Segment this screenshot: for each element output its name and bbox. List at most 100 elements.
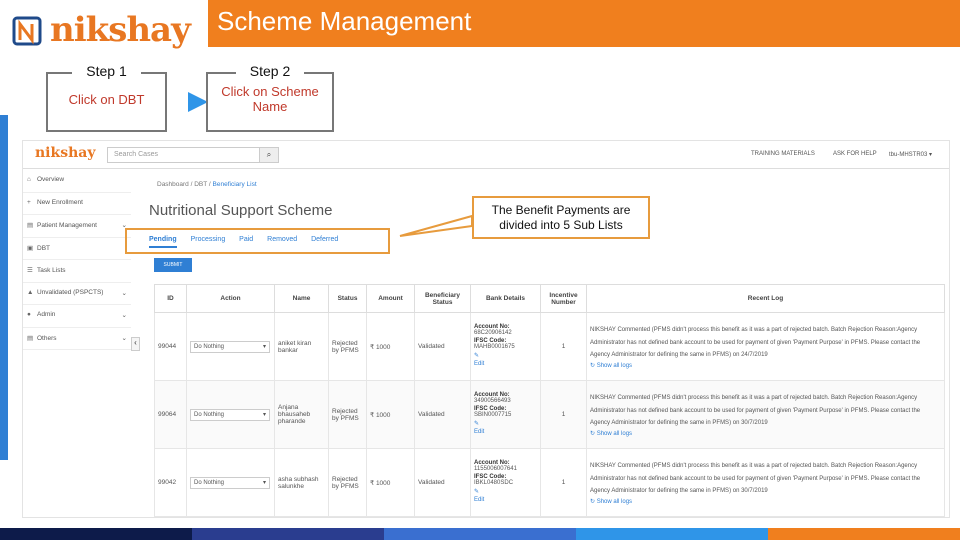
row-recent-log: NIKSHAY Commented (PFMS didn't process t…	[586, 312, 945, 381]
sidebar-item[interactable]: ▲ Unvalidated (PSPCTS) ⌄	[23, 283, 131, 305]
sidebar-item-label: Admin	[37, 311, 56, 318]
col-amount[interactable]: Amount	[366, 284, 415, 313]
edit-link[interactable]: ✎ Edit	[474, 352, 537, 367]
app-logo[interactable]: nikshay	[35, 145, 95, 161]
sidebar-item[interactable]: ● Admin ⌄	[23, 305, 131, 328]
row-name: aniket kiran bankar	[274, 312, 329, 381]
ask-for-help-link[interactable]: ASK FOR HELP	[833, 151, 877, 157]
sidebar-icon: ☰	[27, 267, 33, 274]
sidebar-icon: ▤	[27, 222, 34, 229]
edit-label: Edit	[474, 429, 485, 435]
edit-label: Edit	[474, 497, 485, 503]
account-number: 1155006007641	[474, 466, 517, 472]
col-bank-details[interactable]: Bank Details	[470, 284, 541, 313]
footer-strip	[0, 528, 960, 540]
footer-segment	[0, 528, 192, 540]
breadcrumb-home[interactable]: Dashboard	[157, 181, 189, 188]
nikshay-logo: nikshay	[12, 8, 191, 52]
step-arrow-icon	[188, 92, 208, 112]
action-select[interactable]: Do Nothing	[190, 476, 270, 489]
row-action-cell: Do Nothing	[186, 448, 275, 517]
col-incentive-number[interactable]: Incentive Number	[540, 284, 587, 313]
sidebar-item[interactable]: ⌂ Overview	[23, 170, 131, 193]
pencil-icon: ✎	[474, 353, 480, 359]
row-amount: ₹ 1000	[366, 448, 415, 517]
sidebar-item[interactable]: ▤ Patient Management ⌄	[23, 215, 131, 238]
sidebar-item[interactable]: ☰ Task Lists	[23, 260, 131, 283]
step-2-text: Click on Scheme Name	[221, 84, 319, 114]
edit-link[interactable]: ✎ Edit	[474, 488, 537, 503]
row-status: Rejected by PFMS	[328, 448, 367, 517]
sidebar-item[interactable]: ▣ DBT	[23, 238, 131, 260]
sidebar-item[interactable]: ▤ Others ⌄	[23, 328, 131, 350]
step-1-text: Click on DBT	[68, 92, 145, 107]
col-id[interactable]: ID	[154, 284, 187, 313]
user-menu[interactable]: tbu-MHSTR03 ▾	[889, 151, 932, 158]
training-materials-link[interactable]: TRAINING MATERIALS	[751, 151, 815, 157]
col-beneficiary-status[interactable]: Beneficiary Status	[414, 284, 471, 313]
pencil-icon: ✎	[474, 489, 480, 495]
sidebar-item[interactable]: + New Enrollment	[23, 193, 131, 215]
action-select[interactable]: Do Nothing	[190, 408, 270, 421]
show-all-logs-label: Show all logs	[596, 498, 633, 505]
history-icon: ↻	[590, 430, 597, 437]
row-beneficiary-status: Validated	[414, 448, 471, 517]
row-bank-details: Account No: 1155006007641 IFSC Code: IBKL04…	[470, 448, 541, 517]
chevron-down-icon: ⌄	[121, 289, 127, 297]
row-recent-log: NIKSHAY Commented (PFMS didn't process t…	[586, 380, 945, 449]
history-icon: ↻	[590, 362, 597, 369]
log-text: NIKSHAY Commented (PFMS didn't process t…	[590, 327, 921, 359]
col-recent-log[interactable]: Recent Log	[586, 284, 945, 313]
row-status: Rejected by PFMS	[328, 312, 367, 381]
pencil-icon: ✎	[474, 421, 480, 427]
sidebar-icon: ●	[27, 311, 31, 318]
show-all-logs-label: Show all logs	[596, 362, 633, 369]
show-all-logs-link[interactable]: ↻ Show all logs	[590, 430, 941, 437]
page-banner: Scheme Management	[208, 0, 960, 47]
breadcrumb-dbt[interactable]: DBT	[194, 181, 207, 188]
sidebar-item-label: Task Lists	[37, 267, 66, 274]
sidebar-item-label: Patient Management	[37, 222, 97, 229]
row-incentive-number: 1	[540, 448, 587, 517]
row-bank-details: Account No: 68C20906142 IFSC Code: MAHB0001…	[470, 312, 541, 381]
callout-box: The Benefit Payments are divided into 5 …	[472, 196, 650, 239]
sidebar-item-label: DBT	[37, 244, 50, 252]
footer-segment	[576, 528, 768, 540]
col-name[interactable]: Name	[274, 284, 329, 313]
history-icon: ↻	[590, 498, 597, 505]
logo-mark-icon	[12, 16, 42, 46]
sidebar-icon: +	[27, 198, 31, 206]
sidebar: ⌂ Overview + New Enrollment ▤ Patient Managem…	[23, 170, 131, 517]
top-navbar: nikshay Search Cases ⌕ TRAINING MATERIAL…	[23, 141, 949, 169]
banner-title: Scheme Management	[217, 6, 472, 36]
sidebar-icon: ▲	[27, 288, 34, 296]
breadcrumb: Dashboard / DBT / Beneficiary List	[157, 181, 257, 188]
row-incentive-number: 1	[540, 312, 587, 381]
search-icon[interactable]: ⌕	[259, 147, 279, 163]
log-text: NIKSHAY Commented (PFMS didn't process t…	[590, 395, 921, 427]
row-action-cell: Do Nothing	[186, 380, 275, 449]
submit-button[interactable]: SUBMIT	[154, 258, 192, 272]
tabs-highlight-box	[125, 228, 390, 254]
collapse-sidebar-button[interactable]: ‹	[131, 337, 140, 351]
step-2-box: Step 2 Click on Scheme Name	[206, 63, 334, 132]
action-select[interactable]: Do Nothing	[190, 340, 270, 353]
breadcrumb-current: Beneficiary List	[212, 181, 257, 188]
row-beneficiary-status: Validated	[414, 380, 471, 449]
row-status: Rejected by PFMS	[328, 380, 367, 449]
step-1-box: Step 1 Click on DBT	[46, 63, 167, 132]
row-name: asha subhash salunkhe	[274, 448, 329, 517]
col-status[interactable]: Status	[328, 284, 367, 313]
table-header-row: ID Action Name Status Amount Beneficiary…	[154, 284, 945, 313]
show-all-logs-link[interactable]: ↻ Show all logs	[590, 362, 941, 369]
search-input[interactable]: Search Cases	[107, 147, 279, 163]
sidebar-item-label: Overview	[37, 176, 65, 183]
edit-label: Edit	[474, 361, 485, 367]
col-action[interactable]: Action	[186, 284, 275, 313]
show-all-logs-link[interactable]: ↻ Show all logs	[590, 498, 941, 505]
footer-segment	[192, 528, 384, 540]
row-name: Anjana bhausaheb pharande	[274, 380, 329, 449]
row-action-cell: Do Nothing	[186, 312, 275, 381]
row-beneficiary-status: Validated	[414, 312, 471, 381]
edit-link[interactable]: ✎ Edit	[474, 420, 537, 435]
